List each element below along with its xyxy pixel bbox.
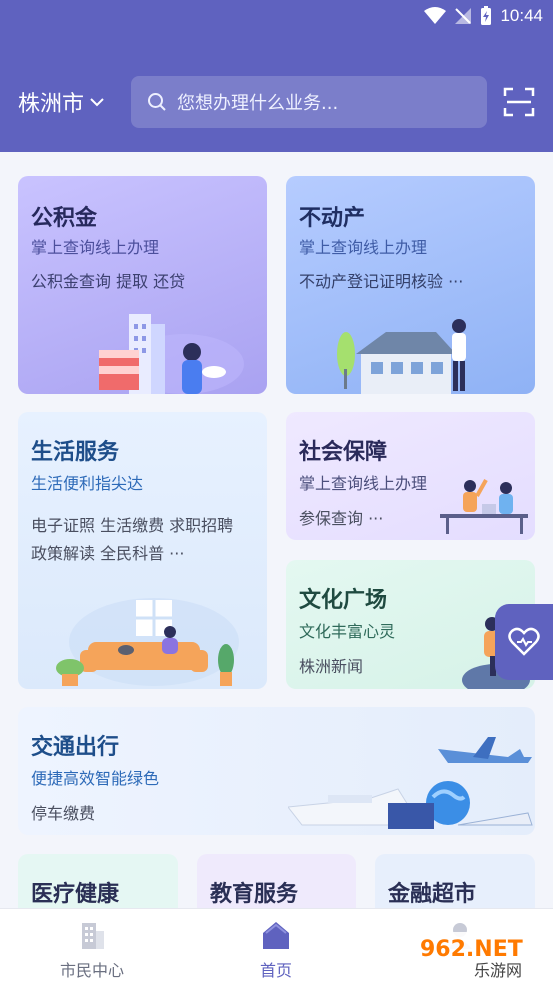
city-selector[interactable]: 株洲市 bbox=[18, 86, 104, 118]
search-input[interactable]: 您想办理什么业务... bbox=[131, 76, 487, 128]
card-title: 文化广场 bbox=[299, 588, 388, 613]
card-subtitle: 生活便利指尖达 bbox=[31, 474, 144, 493]
watermark-text: 962.NET bbox=[420, 937, 523, 962]
card-title: 公积金 bbox=[31, 206, 98, 231]
card-items: 停车缴费 bbox=[31, 804, 96, 823]
card-title: 医疗健康 bbox=[31, 882, 120, 907]
wifi-icon bbox=[424, 7, 447, 24]
nav-label: 首页 bbox=[259, 961, 292, 980]
card-housing-fund[interactable]: 公积金 掌上查询线上办理 公积金查询 提取 还贷 bbox=[18, 176, 267, 394]
header-bar: 10:44 株洲市 您想办理什么业务... bbox=[0, 0, 553, 152]
search-icon bbox=[148, 93, 166, 111]
card-subtitle: 掌上查询线上办理 bbox=[31, 238, 160, 257]
watermark-sub: 乐游网 bbox=[474, 961, 522, 978]
nav-home[interactable]: 首页 bbox=[216, 919, 336, 981]
card-education[interactable]: 教育服务 bbox=[197, 854, 356, 914]
office-illustration bbox=[440, 479, 528, 534]
transport-illustration bbox=[288, 737, 533, 829]
card-transportation[interactable]: 交通出行 便捷高效智能绿色 停车缴费 bbox=[18, 707, 535, 835]
card-finance[interactable]: 金融超市 bbox=[375, 854, 535, 914]
card-items: 株洲新闻 bbox=[299, 657, 364, 676]
home-icon bbox=[263, 922, 289, 949]
signal-off-icon bbox=[455, 8, 472, 24]
card-items: 参保查询 ··· bbox=[299, 509, 384, 528]
card-title: 社会保障 bbox=[299, 440, 388, 465]
card-subtitle: 掌上查询线上办理 bbox=[299, 474, 428, 493]
search-placeholder: 您想办理什么业务... bbox=[177, 93, 339, 114]
card-title: 金融超市 bbox=[388, 882, 477, 907]
housing-fund-illustration bbox=[99, 314, 244, 394]
card-subtitle: 便捷高效智能绿色 bbox=[31, 769, 160, 788]
card-title: 交通出行 bbox=[31, 735, 120, 760]
building-icon bbox=[82, 923, 104, 949]
favorite-float-button[interactable] bbox=[495, 604, 553, 680]
card-social-security[interactable]: 社会保障 掌上查询线上办理 参保查询 ··· bbox=[286, 412, 535, 540]
card-healthcare[interactable]: 医疗健康 bbox=[18, 854, 178, 914]
card-subtitle: 文化丰富心灵 bbox=[299, 622, 396, 641]
chevron-down-icon bbox=[90, 98, 104, 107]
status-bar: 10:44 bbox=[424, 0, 553, 32]
card-real-estate[interactable]: 不动产 掌上查询线上办理 不动产登记证明核验 ··· bbox=[286, 176, 535, 394]
card-life-services[interactable]: 生活服务 生活便利指尖达 电子证照 生活缴费 求职招聘 政策解读 全民科普 ··… bbox=[18, 412, 267, 689]
card-title: 不动产 bbox=[299, 206, 366, 231]
card-subtitle: 掌上查询线上办理 bbox=[299, 238, 428, 257]
nav-citizen-center[interactable]: 市民中心 bbox=[32, 919, 152, 981]
nav-label: 市民中心 bbox=[59, 961, 124, 980]
city-label: 株洲市 bbox=[18, 92, 85, 117]
card-items: 政策解读 全民科普 ··· bbox=[31, 544, 185, 563]
card-title: 教育服务 bbox=[210, 882, 299, 907]
card-title: 生活服务 bbox=[31, 440, 120, 465]
battery-charging-icon bbox=[481, 6, 492, 25]
heart-hand-icon bbox=[508, 627, 540, 656]
card-items: 电子证照 生活缴费 求职招聘 bbox=[31, 516, 234, 535]
watermark-logo: 962.NET 乐游网 bbox=[414, 932, 549, 978]
card-items: 公积金查询 提取 还贷 bbox=[31, 272, 186, 291]
status-time: 10:44 bbox=[500, 6, 543, 25]
real-estate-illustration bbox=[337, 319, 466, 394]
card-items: 不动产登记证明核验 ··· bbox=[299, 272, 464, 291]
scan-icon[interactable] bbox=[503, 86, 535, 118]
living-room-illustration bbox=[56, 598, 239, 686]
